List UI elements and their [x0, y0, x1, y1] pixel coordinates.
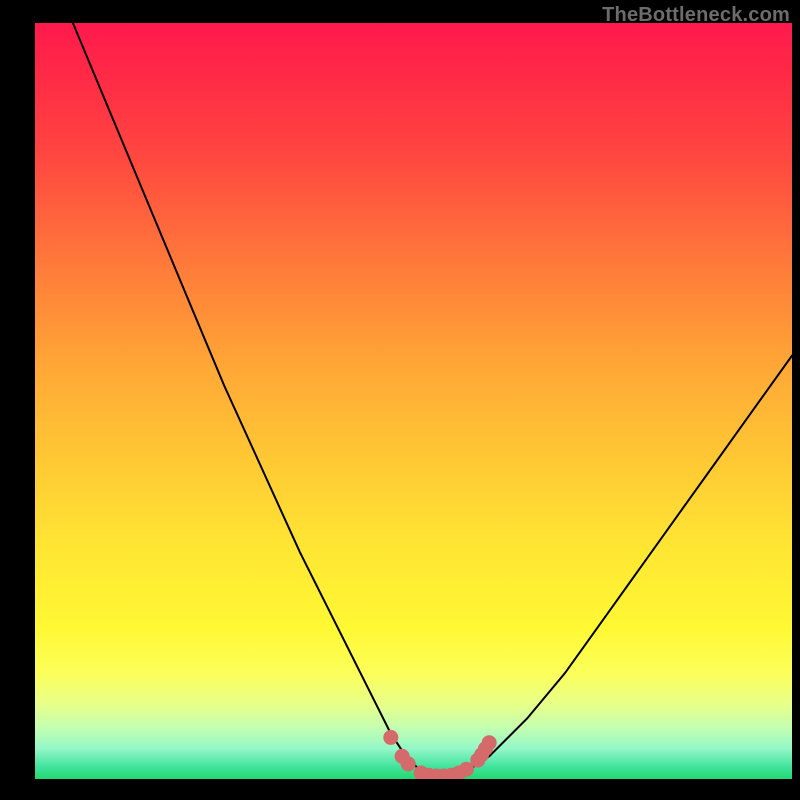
highlight-dot [470, 753, 485, 768]
curve-layer [35, 23, 792, 779]
highlight-dot [414, 766, 429, 780]
highlight-dot [459, 762, 474, 777]
highlight-dots [383, 730, 496, 779]
highlight-dot [429, 769, 444, 780]
highlight-dot [451, 766, 466, 780]
highlight-dot [482, 735, 497, 750]
bottleneck-curve [73, 23, 792, 779]
plot-area [35, 23, 792, 779]
highlight-dot [421, 768, 436, 779]
highlight-dot [395, 749, 410, 764]
highlight-dot [444, 768, 459, 779]
highlight-dot [478, 741, 493, 756]
highlight-dot [401, 756, 416, 771]
highlight-dot [436, 769, 451, 780]
highlight-dot [474, 747, 489, 762]
highlight-dot [383, 730, 398, 745]
chart-frame: TheBottleneck.com [0, 0, 800, 800]
